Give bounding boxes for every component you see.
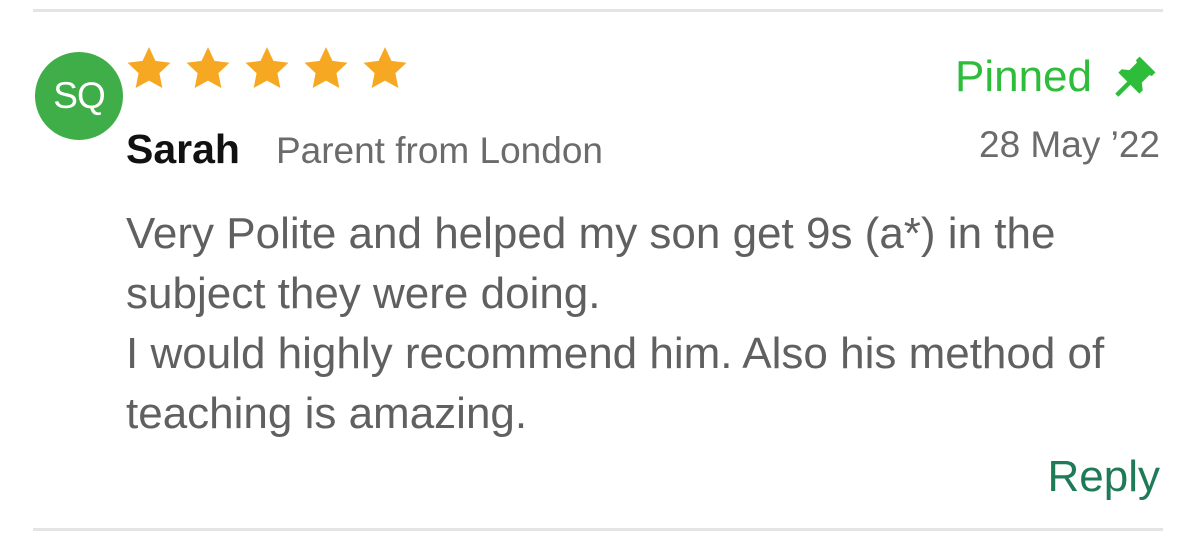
review-text-line: Very Polite and helped my son get 9s (a*…: [126, 209, 1056, 318]
review-body: Very Polite and helped my son get 9s (a*…: [126, 204, 1146, 444]
star-icon: [360, 44, 410, 94]
review-date: 28 May ’22: [979, 124, 1160, 165]
pinned-label: Pinned: [954, 52, 1092, 101]
reviewer-subtitle: Parent from London: [275, 130, 603, 171]
star-icon: [183, 44, 233, 94]
reviewer-info: Sarah Parent from London: [126, 126, 603, 173]
pinned-indicator[interactable]: Pinned: [955, 52, 1160, 102]
review-text-line: I would highly recommend him. Also his m…: [126, 329, 1105, 438]
pin-icon: [1110, 52, 1160, 102]
star-rating: [124, 44, 410, 94]
avatar: SQ: [35, 52, 123, 140]
reviewer-name: Sarah: [126, 126, 240, 172]
star-icon: [301, 44, 351, 94]
star-icon: [124, 44, 174, 94]
reply-button[interactable]: Reply: [1048, 452, 1161, 502]
top-divider: [33, 9, 1163, 12]
star-icon: [242, 44, 292, 94]
bottom-divider: [33, 528, 1163, 531]
